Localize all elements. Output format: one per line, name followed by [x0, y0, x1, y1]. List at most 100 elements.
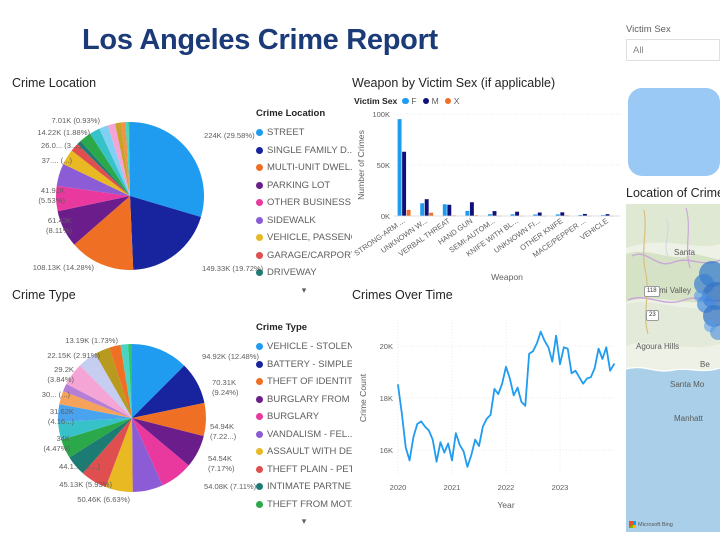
kpi-card-body[interactable]: 8 [628, 88, 720, 176]
legend-item-label: VANDALISM - FEL... [267, 428, 352, 440]
legend-color-swatch-icon [256, 234, 263, 242]
legend-color-swatch-icon [256, 216, 263, 224]
legend-color-swatch-icon [256, 465, 263, 473]
pie-slice-label: 50.46K (6.63%) [77, 495, 130, 504]
route-shield-23: 23 [646, 310, 659, 321]
pie-slice-label: 70.31K (9.24%) [212, 378, 239, 397]
legend-item-label: ASSAULT WITH DE... [267, 446, 352, 458]
bar[interactable] [447, 204, 452, 216]
x-axis-title: Year [497, 500, 515, 510]
pie-slice-label: 31.62K (4.16...) [47, 407, 74, 426]
pie-slice-label: 61.43K (8.11%) [45, 216, 72, 235]
bar[interactable] [465, 210, 470, 216]
legend-item-label: DRIVEWAY [267, 267, 317, 279]
bar[interactable] [429, 212, 434, 216]
location-of-crime-map-visual[interactable]: Location of Crime Santa Simi Valley Agou… [626, 186, 720, 534]
crime-type-pie-wrap: Crime Type VEHICLE - STOLEN BATTERY - SIM… [12, 302, 352, 540]
legend-color-swatch-icon [256, 129, 263, 137]
legend-item-label: BATTERY - SIMPLE ... [267, 358, 352, 370]
bar[interactable] [402, 151, 407, 216]
map-place-label: Agoura Hills [636, 342, 680, 351]
bing-attribution-text: Microsoft Bing [638, 521, 673, 528]
legend-rows[interactable]: STREET SINGLE FAMILY D... MULTI-UNIT DWEL.… [256, 124, 352, 282]
y-axis-title: Number of Crimes [356, 130, 366, 200]
pie-slice-label: 54.54K (7.17%) [208, 454, 235, 473]
map-canvas[interactable]: Santa Simi Valley Agoura Hills Be Santa Mo Ma… [626, 204, 720, 532]
bar[interactable] [515, 211, 520, 216]
microsoft-logo-icon [629, 521, 636, 528]
pie-slice-label: 34K (4.47%) [43, 434, 70, 453]
legend-item[interactable]: PARKING LOT [256, 177, 352, 195]
bar[interactable] [397, 119, 402, 216]
legend-item[interactable]: SINGLE FAMILY D... [256, 142, 352, 160]
bar[interactable] [424, 199, 429, 216]
legend-color-swatch-icon [256, 199, 263, 207]
legend-color-swatch-icon [256, 378, 263, 386]
bar[interactable] [560, 212, 565, 216]
legend-item[interactable]: BURGLARY FROM ... [256, 391, 352, 409]
map-place-label: Santa Mo [670, 380, 705, 389]
bar[interactable] [469, 202, 474, 216]
crimes-over-time-line-chart[interactable]: 16K 18K 20K 2020 2021 2022 2023 Crime Count Year [352, 306, 624, 526]
crime-location-visual[interactable]: Crime Location Crime Location STREET SING… [12, 76, 352, 295]
pie-slice-label: 45.13K (5.93%) [59, 480, 112, 489]
crimes-over-time-visual[interactable]: Crimes Over Time 16K 18K 20K 2020 2021 2022 20… [352, 288, 624, 533]
legend-item-label: F [411, 96, 417, 106]
pie-slice-label: 22.15K (2.91%) [47, 351, 100, 360]
pie-slice-label: 149.33K (19.72%) [202, 264, 264, 273]
pie-slice-label: 14.22K (1.88%) [37, 128, 90, 137]
legend-item-label: MULTI-UNIT DWEL... [267, 162, 352, 174]
bar[interactable] [406, 209, 411, 216]
bar[interactable] [420, 203, 425, 216]
legend-item[interactable]: GARAGE/CARPORT [256, 247, 352, 265]
pie-slice-label: 108.13K (14.28%) [32, 263, 94, 272]
legend-item[interactable]: VANDALISM - FEL... [256, 426, 352, 444]
legend-rows[interactable]: VEHICLE - STOLEN BATTERY - SIMPLE ... THEF… [256, 338, 352, 513]
legend-title: Crime Type [256, 322, 308, 333]
legend-item[interactable]: DRIVEWAY [256, 264, 352, 282]
legend-item[interactable]: M [422, 96, 439, 106]
bar[interactable] [442, 204, 447, 216]
legend-item[interactable]: MULTI-UNIT DWEL... [256, 159, 352, 177]
legend-item[interactable]: BATTERY - SIMPLE ... [256, 356, 352, 374]
victim-sex-filter[interactable]: Victim Sex All [626, 24, 720, 70]
legend-item[interactable]: OTHER BUSINESS [256, 194, 352, 212]
legend-item[interactable]: THEFT OF IDENTITY [256, 373, 352, 391]
legend-color-swatch-icon [256, 343, 263, 351]
bar[interactable] [537, 212, 542, 216]
crime-type-visual[interactable]: Crime Type Crime Type VEHICLE - STOLEN BA… [12, 288, 352, 528]
legend-item[interactable]: VEHICLE, PASSENG... [256, 229, 352, 247]
legend-item[interactable]: STREET [256, 124, 352, 142]
pie-slice-label: 94.92K (12.48%) [202, 352, 259, 361]
weapon-bar-chart[interactable]: 0K50K100KSTRONG-ARM ...UNKNOWN W...VERBA… [352, 108, 624, 288]
legend-item[interactable]: SIDEWALK [256, 212, 352, 230]
crime-type-legend[interactable]: Crime Type VEHICLE - STOLEN BATTERY - SIM… [256, 322, 352, 527]
page-title: Los Angeles Crime Report [82, 24, 438, 56]
legend-item[interactable]: THEFT PLAIN - PET... [256, 461, 352, 479]
legend-item-label: M [431, 96, 439, 106]
pie-slice-label: 224K (29.58%) [204, 131, 255, 140]
legend-item[interactable]: X [444, 96, 459, 106]
legend-item[interactable]: BURGLARY [256, 408, 352, 426]
dashboard-page: Los Angeles Crime Report Crime Location … [0, 0, 720, 540]
legend-item[interactable]: F [402, 96, 417, 106]
kpi-card[interactable]: 8 [628, 88, 720, 176]
legend-item[interactable]: VEHICLE - STOLEN [256, 338, 352, 356]
legend-items[interactable]: F MX [402, 96, 459, 106]
legend-item-label: VEHICLE, PASSENG... [267, 232, 352, 244]
weapon-chart-title: Weapon by Victim Sex (if applicable) [352, 76, 556, 90]
legend-expand-icon[interactable]: ▾ [256, 516, 352, 527]
legend-item[interactable]: ASSAULT WITH DE... [256, 443, 352, 461]
weapon-by-victim-sex-visual[interactable]: Weapon by Victim Sex (if applicable) Vic… [352, 76, 624, 288]
victim-sex-dropdown[interactable]: All [626, 39, 720, 61]
y-axis-title: Crime Count [358, 373, 368, 422]
legend-item[interactable]: THEFT FROM MOT... [256, 496, 352, 514]
legend-item-label: STREET [267, 127, 305, 139]
weapon-legend[interactable]: Victim Sex F M X [354, 96, 459, 106]
bar[interactable] [492, 211, 497, 216]
crime-location-legend[interactable]: Crime Location STREET SINGLE FAMILY D... M… [256, 108, 352, 296]
legend-color-swatch-icon [256, 413, 263, 421]
y-axis-tick: 0K [381, 212, 390, 221]
map-place-label: Be [700, 360, 710, 369]
legend-item[interactable]: INTIMATE PARTNE... [256, 478, 352, 496]
